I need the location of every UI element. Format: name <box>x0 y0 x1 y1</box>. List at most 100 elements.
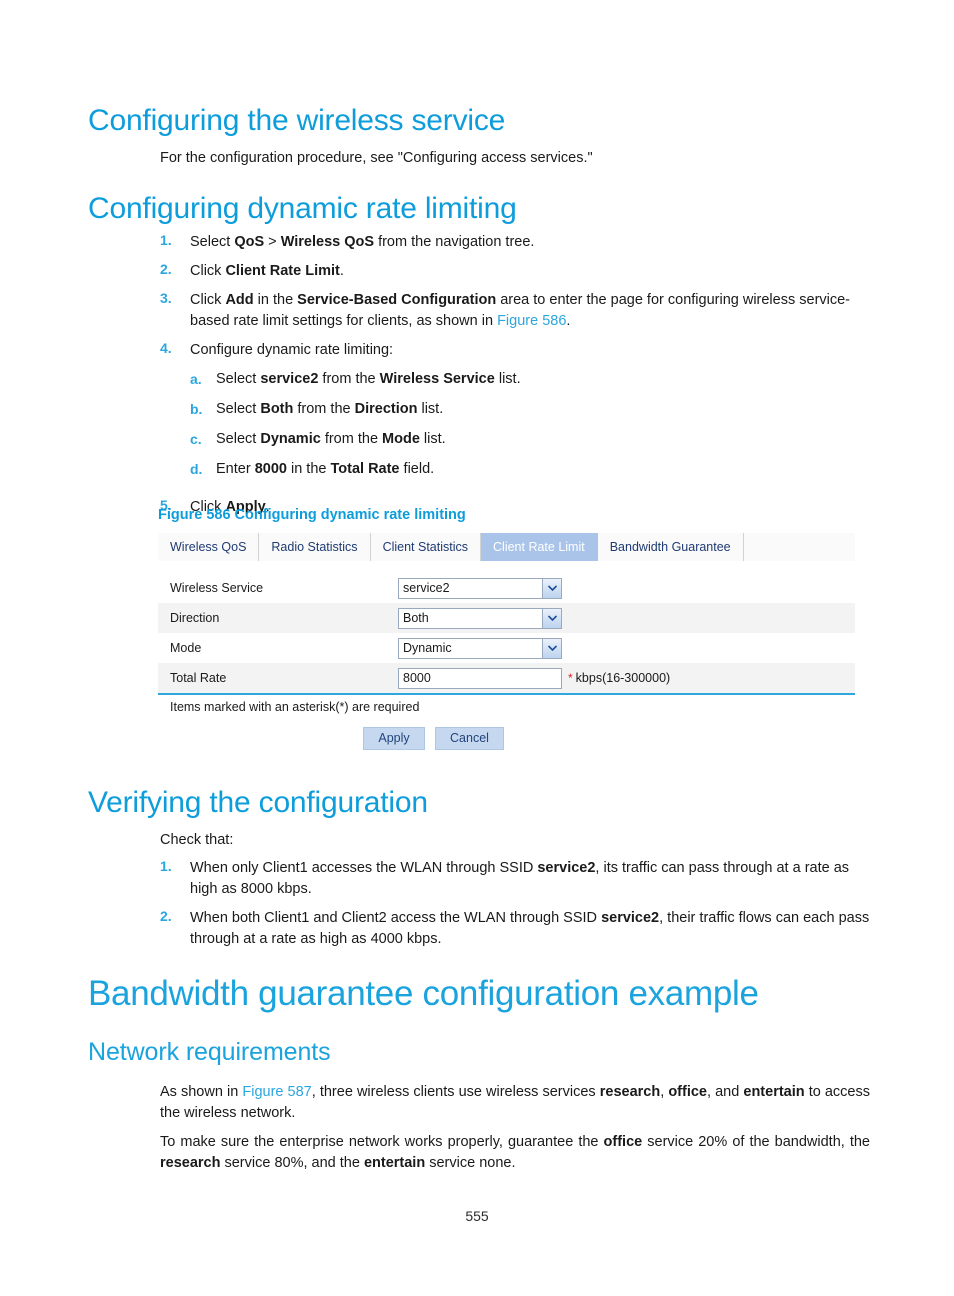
required-fields-note: Items marked with an asterisk(*) are req… <box>170 700 420 714</box>
text-run: Enter <box>216 461 255 478</box>
text-run: Click <box>190 263 226 280</box>
list-item-text: Click Client Rate Limit. <box>190 261 870 282</box>
text-run: As shown in <box>160 1084 243 1100</box>
sub-list-item-letter: a. <box>190 371 202 388</box>
text-run: in the <box>286 461 331 478</box>
direction-select[interactable]: Both <box>398 607 562 629</box>
emphasis-text: Mode <box>382 431 420 448</box>
tab-client-rate-limit[interactable]: Client Rate Limit <box>481 533 598 561</box>
list-item-number: 1. <box>160 858 172 874</box>
text-run: , and <box>707 1084 744 1100</box>
text-run: Select <box>216 431 261 448</box>
chevron-down-icon[interactable] <box>542 638 561 658</box>
tab-bar: Wireless QoS Radio Statistics Client Stati… <box>158 533 855 561</box>
verifying-steps: 1. When only Client1 accesses the WLAN th… <box>160 858 870 958</box>
text-run: from the navigation tree. <box>374 234 535 250</box>
emphasis-text: service2 <box>260 371 319 388</box>
form-row: Wireless Service service2 <box>158 573 855 603</box>
list-item-number: 2. <box>160 261 172 278</box>
emphasis-text: Dynamic <box>260 431 321 448</box>
emphasis-text: entertain <box>363 1155 426 1172</box>
emphasis-text: Service-Based Configuration <box>297 292 497 309</box>
sub-list-item: c. Select Dynamic from the Mode list. <box>190 429 870 450</box>
heading-configuring-wireless-service: Configuring the wireless service <box>88 104 506 137</box>
text-run: . <box>566 313 571 330</box>
text-run: Select <box>190 234 235 250</box>
text-run: When both Client1 and Client2 access the… <box>190 910 602 927</box>
text-run: service 80%, and the <box>220 1155 364 1172</box>
text-run: in the <box>253 292 298 309</box>
emphasis-text: Wireless Service <box>379 371 495 388</box>
selected-value: Both <box>403 611 429 625</box>
sub-list-item: a. Select service2 from the Wireless Serv… <box>190 369 870 390</box>
emphasis-text: office <box>603 1134 643 1150</box>
text-run: When only Client1 accesses the WLAN thro… <box>190 860 538 876</box>
chevron-down-icon[interactable] <box>542 608 561 628</box>
cancel-button[interactable]: Cancel <box>435 727 504 750</box>
form-row: Direction Both <box>158 603 855 633</box>
ordered-list-item: 4. Configure dynamic rate limiting: a. Sele… <box>160 340 870 489</box>
page-number: 555 <box>465 1208 489 1224</box>
sub-list-item: b. Select Both from the Direction list. <box>190 399 870 420</box>
text-run: Select <box>216 401 261 418</box>
chevron-down-icon[interactable] <box>542 578 561 598</box>
text-run: from the <box>318 371 380 388</box>
emphasis-text: research <box>599 1084 661 1100</box>
text-run: To make sure the enterprise network work… <box>160 1134 604 1150</box>
tab-bandwidth-guarantee[interactable]: Bandwidth Guarantee <box>597 533 744 561</box>
text-run: list. <box>494 371 521 388</box>
tab-wireless-qos[interactable]: Wireless QoS <box>158 533 260 561</box>
document-page: Configuring the wireless service For the… <box>0 0 954 1296</box>
wireless-service-paragraph: For the configuration procedure, see "Co… <box>160 150 593 166</box>
text-run: from the <box>293 401 355 418</box>
emphasis-text: Client Rate Limit <box>225 263 340 280</box>
text-run: . <box>339 263 344 280</box>
tab-bar-filler <box>743 533 855 561</box>
text-run: > <box>264 234 281 250</box>
list-item-text: Click Add in the Service-Based Configura… <box>190 290 870 332</box>
list-item-number: 4. <box>160 340 172 357</box>
sub-list-item-text: Select Dynamic from the Mode list. <box>216 429 870 450</box>
emphasis-text: QoS <box>234 234 265 250</box>
verifying-intro: Check that: <box>160 832 234 848</box>
list-item-number: 3. <box>160 290 172 307</box>
total-rate-input[interactable]: 8000 <box>398 667 562 689</box>
tab-client-statistics[interactable]: Client Statistics <box>370 533 482 561</box>
text-run: list. <box>419 431 446 448</box>
form-row: Total Rate 8000 * kbps(16-300000) <box>158 663 855 693</box>
required-asterisk: * <box>568 671 573 685</box>
list-item-text: When both Client1 and Client2 access the… <box>190 908 870 950</box>
heading-network-requirements: Network requirements <box>88 1038 331 1066</box>
sub-list-item-text: Enter 8000 in the Total Rate field. <box>216 459 870 480</box>
emphasis-text: Direction <box>354 401 418 418</box>
wireless-service-select[interactable]: service2 <box>398 577 562 599</box>
sub-list-item-letter: d. <box>190 461 203 478</box>
emphasis-text: entertain <box>743 1084 805 1100</box>
ordered-list-item: 1. When only Client1 accesses the WLAN th… <box>160 858 870 900</box>
apply-button[interactable]: Apply <box>363 727 426 750</box>
emphasis-text: Add <box>225 292 254 309</box>
dynamic-rate-limiting-steps: 1. Select QoS > Wireless QoS from the nav… <box>160 232 870 526</box>
text-run: Select <box>216 371 261 388</box>
mode-select[interactable]: Dynamic <box>398 637 562 659</box>
field-hint: kbps(16-300000) <box>575 671 671 685</box>
text-run: service 20% of the bandwidth, the <box>642 1134 870 1150</box>
tab-radio-statistics[interactable]: Radio Statistics <box>259 533 371 561</box>
text-run: field. <box>399 461 435 478</box>
field-label-wireless-service: Wireless Service <box>170 581 264 595</box>
text-run: Click <box>190 292 226 309</box>
text-run: , three wireless clients use wireless se… <box>311 1084 600 1100</box>
list-item-number: 1. <box>160 232 172 248</box>
figure-586-caption: Figure 586 Configuring dynamic rate limi… <box>158 507 466 523</box>
ordered-list-item: 2. Click Client Rate Limit. <box>160 261 870 282</box>
list-item-text: When only Client1 accesses the WLAN thro… <box>190 858 870 900</box>
field-label-direction: Direction <box>170 611 220 625</box>
figure-cross-reference[interactable]: Figure 586 <box>497 313 566 329</box>
network-requirements-paragraph-2: To make sure the enterprise network work… <box>160 1132 870 1174</box>
figure-cross-reference[interactable]: Figure 587 <box>242 1084 311 1100</box>
form-button-row: Apply Cancel <box>158 714 855 750</box>
list-item-number: 2. <box>160 908 172 925</box>
text-run: Configure dynamic rate limiting: <box>190 342 394 359</box>
list-item-text: Select QoS > Wireless QoS from the navig… <box>190 232 870 253</box>
list-item-text: Configure dynamic rate limiting: a. Select… <box>190 340 870 489</box>
